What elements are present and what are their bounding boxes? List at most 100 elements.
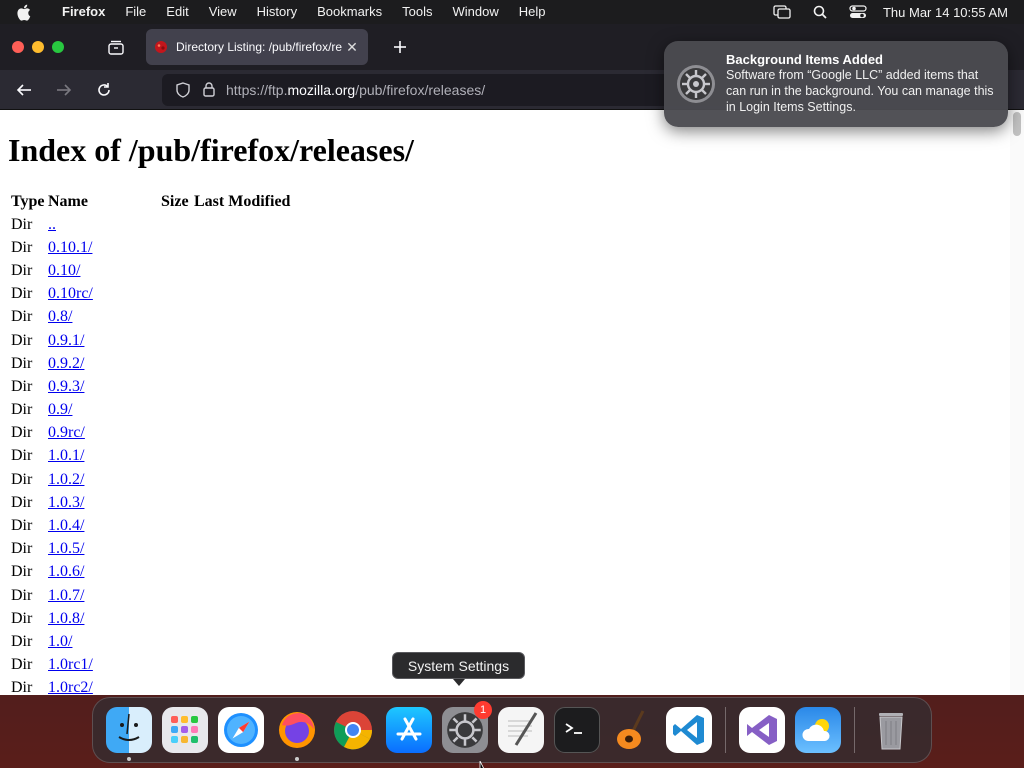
row-last-modified — [194, 422, 290, 445]
menu-edit[interactable]: Edit — [156, 0, 198, 24]
trash-icon[interactable] — [868, 707, 914, 753]
menu-bookmarks[interactable]: Bookmarks — [307, 0, 392, 24]
directory-link[interactable]: 1.0rc2/ — [48, 679, 93, 695]
directory-link[interactable]: 0.10.1/ — [48, 239, 92, 256]
table-row: Dir 1.0.2/ — [11, 468, 290, 491]
page-scrollbar[interactable] — [1010, 110, 1024, 695]
row-size — [161, 422, 191, 445]
close-window-button[interactable] — [12, 41, 24, 53]
system-settings-icon[interactable]: 1 — [442, 701, 492, 753]
spotlight-search-icon[interactable] — [811, 5, 829, 19]
directory-link[interactable]: 1.0/ — [48, 633, 72, 650]
visual-studio-icon[interactable] — [739, 707, 785, 753]
close-tab-icon[interactable]: ✕ — [344, 39, 360, 56]
row-type: Dir — [11, 563, 33, 581]
table-row: Dir 0.10.1/ — [11, 236, 290, 259]
table-row: Dir 0.9/ — [11, 399, 290, 422]
control-center-icon[interactable] — [849, 5, 867, 19]
row-last-modified — [194, 329, 290, 352]
background-items-notification[interactable]: Background Items Added Software from “Go… — [664, 41, 1008, 127]
terminal-icon[interactable] — [554, 707, 600, 753]
row-size — [161, 468, 191, 491]
row-size — [161, 514, 191, 537]
back-arrow-icon[interactable] — [8, 74, 40, 106]
row-name-cell: 0.10/ — [48, 259, 158, 282]
menu-tools[interactable]: Tools — [392, 0, 442, 24]
directory-link[interactable]: 1.0.3/ — [48, 494, 84, 511]
directory-link[interactable]: 0.9.3/ — [48, 378, 84, 395]
table-row: Dir 1.0/ — [11, 630, 290, 653]
tracking-protection-shield-icon[interactable] — [174, 81, 192, 99]
table-row: Dir 0.9.1/ — [11, 329, 290, 352]
directory-link[interactable]: 0.10/ — [48, 262, 80, 279]
menu-window[interactable]: Window — [443, 0, 509, 24]
table-row: Dir 1.0.7/ — [11, 584, 290, 607]
menu-file[interactable]: File — [115, 0, 156, 24]
table-row: Dir.. — [11, 213, 290, 236]
directory-link[interactable]: 0.8/ — [48, 308, 72, 325]
url-text[interactable]: https://ftp.mozilla.org/pub/firefox/rele… — [226, 82, 485, 98]
directory-link[interactable]: 0.9/ — [48, 401, 72, 418]
textedit-icon[interactable] — [498, 707, 544, 753]
row-name-cell: 1.0.4/ — [48, 514, 158, 537]
launchpad-icon[interactable] — [162, 707, 208, 753]
app-store-icon[interactable] — [386, 707, 432, 753]
row-name-cell: 1.0rc2/ — [48, 677, 158, 695]
lock-icon[interactable] — [200, 81, 218, 99]
new-tab-icon[interactable] — [390, 37, 410, 57]
finder-icon[interactable] — [106, 707, 152, 761]
directory-link[interactable]: 1.0.8/ — [48, 610, 84, 627]
row-name-cell: 0.9/ — [48, 399, 158, 422]
menu-help[interactable]: Help — [509, 0, 556, 24]
firefox-view-icon[interactable] — [102, 33, 130, 61]
directory-link[interactable]: 0.10rc/ — [48, 285, 93, 302]
weather-icon[interactable] — [795, 707, 841, 753]
row-size — [161, 584, 191, 607]
directory-link[interactable]: 0.9.2/ — [48, 355, 84, 372]
column-header-size: Size — [161, 192, 189, 210]
menu-bar-clock[interactable]: Thu Mar 14 10:55 AM — [883, 5, 1008, 20]
menu-history[interactable]: History — [247, 0, 307, 24]
firefox-icon[interactable] — [274, 707, 320, 761]
forward-arrow-icon[interactable] — [48, 74, 80, 106]
directory-link[interactable]: 1.0.6/ — [48, 563, 84, 580]
row-type: Dir — [11, 308, 33, 326]
minimize-window-button[interactable] — [32, 41, 44, 53]
directory-link[interactable]: 0.9.1/ — [48, 332, 84, 349]
row-last-modified — [194, 468, 290, 491]
row-name-cell: 1.0.3/ — [48, 491, 158, 514]
page-scrollbar-thumb[interactable] — [1013, 112, 1021, 136]
row-last-modified — [194, 399, 290, 422]
reload-icon[interactable] — [88, 74, 120, 106]
row-last-modified — [194, 630, 290, 653]
zoom-window-button[interactable] — [52, 41, 64, 53]
screen-mirroring-icon[interactable] — [773, 5, 791, 19]
apple-menu-icon[interactable] — [16, 0, 36, 24]
chrome-icon[interactable] — [330, 707, 376, 753]
directory-link[interactable]: 1.0.5/ — [48, 540, 84, 557]
garageband-icon[interactable] — [610, 707, 656, 753]
row-size — [161, 399, 191, 422]
row-name-cell: 1.0.7/ — [48, 584, 158, 607]
row-size — [161, 445, 191, 468]
row-last-modified — [194, 584, 290, 607]
table-row: Dir 1.0.6/ — [11, 561, 290, 584]
directory-link[interactable]: 1.0.2/ — [48, 471, 84, 488]
directory-link[interactable]: 1.0.4/ — [48, 517, 84, 534]
window-controls — [12, 41, 72, 53]
directory-link[interactable]: 1.0.7/ — [48, 587, 84, 604]
dock-tooltip: System Settings — [392, 652, 525, 686]
row-type: Dir — [11, 215, 33, 233]
row-last-modified — [194, 561, 290, 584]
row-size — [161, 654, 191, 677]
vscode-icon[interactable] — [666, 707, 712, 753]
directory-link[interactable]: 0.9rc/ — [48, 424, 85, 441]
menu-app-name[interactable]: Firefox — [52, 0, 115, 24]
menu-view[interactable]: View — [199, 0, 247, 24]
safari-icon[interactable] — [218, 707, 264, 753]
row-last-modified — [194, 607, 290, 630]
directory-link[interactable]: .. — [48, 216, 56, 233]
tab-directory-listing[interactable]: Directory Listing: /pub/firefox/re ✕ — [146, 29, 368, 65]
directory-link[interactable]: 1.0.1/ — [48, 447, 84, 464]
directory-link[interactable]: 1.0rc1/ — [48, 656, 93, 673]
